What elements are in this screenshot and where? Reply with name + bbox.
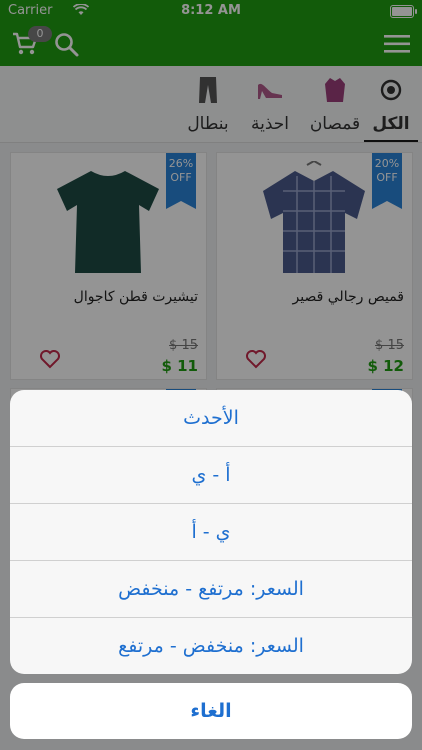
sort-action-sheet: الأحدث أ - ي ي - أ السعر: مرتفع - منخفض … xyxy=(10,390,412,674)
sort-option-a-z[interactable]: أ - ي xyxy=(10,447,412,504)
sort-option-newest[interactable]: الأحدث xyxy=(10,390,412,447)
cancel-button[interactable]: الغاء xyxy=(10,683,412,739)
sort-option-price-high-low[interactable]: السعر: مرتفع - منخفض xyxy=(10,561,412,618)
sort-option-z-a[interactable]: ي - أ xyxy=(10,504,412,561)
sort-option-price-low-high[interactable]: السعر: منخفض - مرتفع xyxy=(10,618,412,674)
